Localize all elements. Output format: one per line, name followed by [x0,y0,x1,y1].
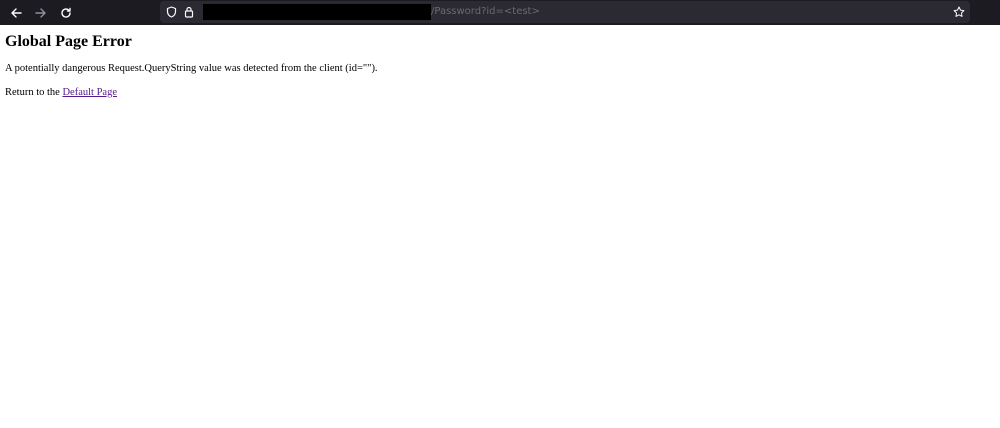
url-bar[interactable]: /Password?id=<test> [160,1,970,23]
return-prefix: Return to the [5,87,63,98]
return-line: Return to the Default Page [5,86,995,99]
default-page-link[interactable]: Default Page [62,87,117,98]
reload-icon [60,7,72,19]
url-text[interactable]: /Password?id=<test> [431,5,540,19]
back-button[interactable] [6,3,26,23]
reload-button[interactable] [56,3,76,23]
page-content: Global Page Error A potentially dangerou… [5,25,995,99]
lock-icon[interactable] [181,4,197,20]
arrow-left-icon [10,7,22,19]
shield-icon[interactable] [163,4,179,20]
error-message: A potentially dangerous Request.QueryStr… [5,63,378,74]
star-icon[interactable] [951,4,967,20]
browser-toolbar: /Password?id=<test> [0,0,1000,25]
page-title: Global Page Error [5,33,132,50]
arrow-right-icon [35,7,47,19]
url-redacted-block [203,4,431,20]
forward-button[interactable] [31,3,51,23]
